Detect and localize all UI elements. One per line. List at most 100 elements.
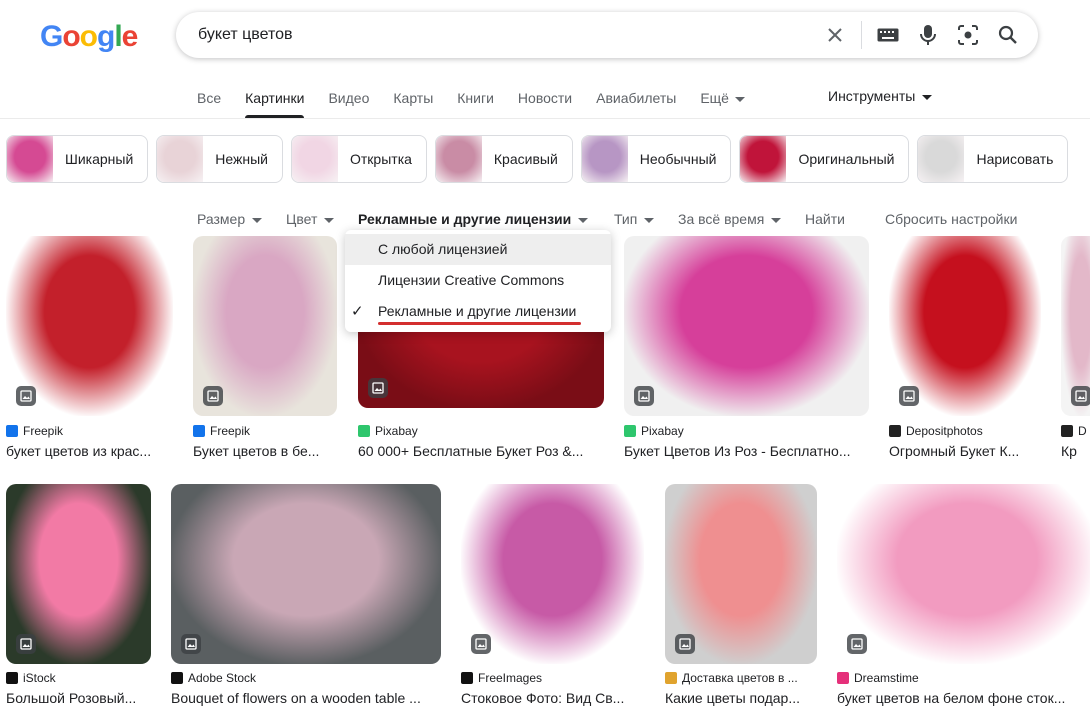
chip-thumbnail — [581, 136, 628, 182]
chip-thumbnail — [740, 136, 787, 182]
chip-label: Красивый — [493, 151, 558, 167]
result-source[interactable]: Adobe Stock — [171, 671, 256, 685]
chip-label: Шикарный — [65, 151, 134, 167]
license-dropdown-menu: С любой лицензией Лицензии Creative Comm… — [345, 230, 611, 332]
result-title[interactable]: Кр — [1061, 443, 1090, 459]
search-box[interactable]: букет цветов — [176, 12, 1038, 58]
result-source[interactable]: Freepik — [6, 424, 63, 438]
result-title[interactable]: Огромный Букет К... — [889, 443, 1061, 459]
keyboard-icon[interactable] — [868, 15, 908, 55]
chevron-down-icon — [578, 217, 589, 223]
result-source[interactable]: iStock — [6, 671, 56, 685]
result-title[interactable]: Большой Розовый... — [6, 690, 171, 706]
filter-time[interactable]: За всё время — [678, 211, 782, 227]
result-source[interactable]: FreeImages — [461, 671, 542, 685]
source-favicon-icon — [6, 425, 18, 437]
result-source-name: Depositphotos — [906, 424, 983, 438]
image-icon — [1071, 386, 1090, 406]
result-title[interactable]: Какие цветы подар... — [665, 690, 837, 706]
tab-flights[interactable]: Авиабилеты — [596, 88, 688, 118]
result-title[interactable]: Bouquet of flowers on a wooden table ... — [171, 690, 461, 706]
tab-more[interactable]: Ещё — [700, 88, 757, 118]
result-source[interactable]: Dreamstime — [837, 671, 919, 685]
lens-icon[interactable] — [948, 15, 988, 55]
search-icon[interactable] — [988, 15, 1028, 55]
chevron-down-icon — [771, 217, 782, 223]
search-input[interactable]: букет цветов — [198, 26, 815, 44]
image-icon — [16, 634, 36, 654]
image-icon — [675, 634, 695, 654]
license-option-label: Рекламные и другие лицензии — [378, 303, 577, 319]
chip-thumbnail — [435, 136, 482, 182]
image-icon — [471, 634, 491, 654]
source-favicon-icon — [837, 672, 849, 684]
filter-size[interactable]: Размер — [197, 211, 263, 227]
result-title[interactable]: букет цветов на белом фоне сток... — [837, 690, 1090, 706]
filter-type[interactable]: Тип — [614, 211, 655, 227]
logo-letter: G — [40, 20, 63, 53]
mic-icon[interactable] — [908, 15, 948, 55]
result-title[interactable]: букет цветов из крас... — [6, 443, 193, 459]
tab-news[interactable]: Новости — [518, 88, 584, 118]
chip-suggestion[interactable]: Необычный — [580, 135, 732, 183]
filter-time-label: За всё время — [678, 211, 765, 227]
result-title[interactable]: Букет цветов в бе... — [193, 443, 357, 459]
filter-size-label: Размер — [197, 211, 246, 227]
result-title[interactable]: Букет Цветов Из Роз - Бесплатно... — [624, 443, 889, 459]
chip-label: Нарисовать — [976, 151, 1054, 167]
google-logo[interactable]: Google — [40, 20, 139, 54]
license-option-creative-commons[interactable]: Лицензии Creative Commons — [345, 265, 611, 296]
filter-license[interactable]: Рекламные и другие лицензии — [358, 211, 589, 227]
image-icon — [634, 386, 654, 406]
chip-suggestion[interactable]: Открытка — [291, 135, 427, 183]
source-favicon-icon — [461, 672, 473, 684]
result-source-name: FreeImages — [478, 671, 543, 685]
source-favicon-icon — [665, 672, 677, 684]
tools-button[interactable]: Инструменты — [828, 88, 933, 104]
result-source[interactable]: Pixabay — [358, 424, 418, 438]
chip-suggestion[interactable]: Шикарный — [6, 135, 149, 183]
result-image[interactable] — [837, 484, 1090, 664]
chip-label: Открытка — [350, 151, 412, 167]
search-divider — [861, 21, 862, 49]
result-source-name: Dreamstime — [854, 671, 919, 685]
close-icon[interactable] — [815, 15, 855, 55]
chip-label: Необычный — [639, 151, 717, 167]
result-source-name: Freepik — [210, 424, 251, 438]
tab-images[interactable]: Картинки — [245, 88, 316, 118]
tab-video[interactable]: Видео — [328, 88, 381, 118]
image-icon — [203, 386, 223, 406]
image-icon — [847, 634, 867, 654]
logo-letter: e — [121, 20, 139, 53]
chip-label: Нежный — [215, 151, 268, 167]
filter-reset[interactable]: Сбросить настройки — [885, 211, 1017, 227]
result-source[interactable]: Depositphotos — [889, 424, 983, 438]
tab-all[interactable]: Все — [197, 88, 233, 118]
logo-letter: o — [62, 20, 80, 53]
result-image[interactable] — [171, 484, 441, 664]
result-source[interactable]: Pixabay — [624, 424, 684, 438]
license-option-any[interactable]: С любой лицензией — [345, 234, 611, 265]
check-icon: ✓ — [351, 303, 364, 320]
result-title[interactable]: 60 000+ Бесплатные Букет Роз &... — [358, 443, 624, 459]
tab-maps[interactable]: Карты — [393, 88, 445, 118]
result-title[interactable]: Стоковое Фото: Вид Св... — [461, 690, 664, 706]
logo-letter: o — [79, 20, 98, 53]
filter-find[interactable]: Найти — [805, 211, 845, 227]
image-icon — [899, 386, 919, 406]
source-favicon-icon — [889, 425, 901, 437]
result-source[interactable]: D — [1061, 424, 1087, 438]
tab-books[interactable]: Книги — [457, 88, 506, 118]
chip-suggestion[interactable]: Нарисовать — [917, 135, 1069, 183]
result-source-name: D — [1078, 424, 1087, 438]
result-image[interactable] — [624, 236, 869, 416]
chip-suggestion[interactable]: Красивый — [434, 135, 573, 183]
source-favicon-icon — [193, 425, 205, 437]
chip-suggestion[interactable]: Оригинальный — [739, 135, 910, 183]
chip-suggestion[interactable]: Нежный — [156, 135, 283, 183]
result-source[interactable]: Доставка цветов в ... — [665, 671, 798, 685]
search-tabs: Все Картинки Видео Карты Книги Новости А… — [197, 88, 769, 118]
result-source[interactable]: Freepik — [193, 424, 250, 438]
filter-color[interactable]: Цвет — [286, 211, 335, 227]
source-favicon-icon — [171, 672, 183, 684]
